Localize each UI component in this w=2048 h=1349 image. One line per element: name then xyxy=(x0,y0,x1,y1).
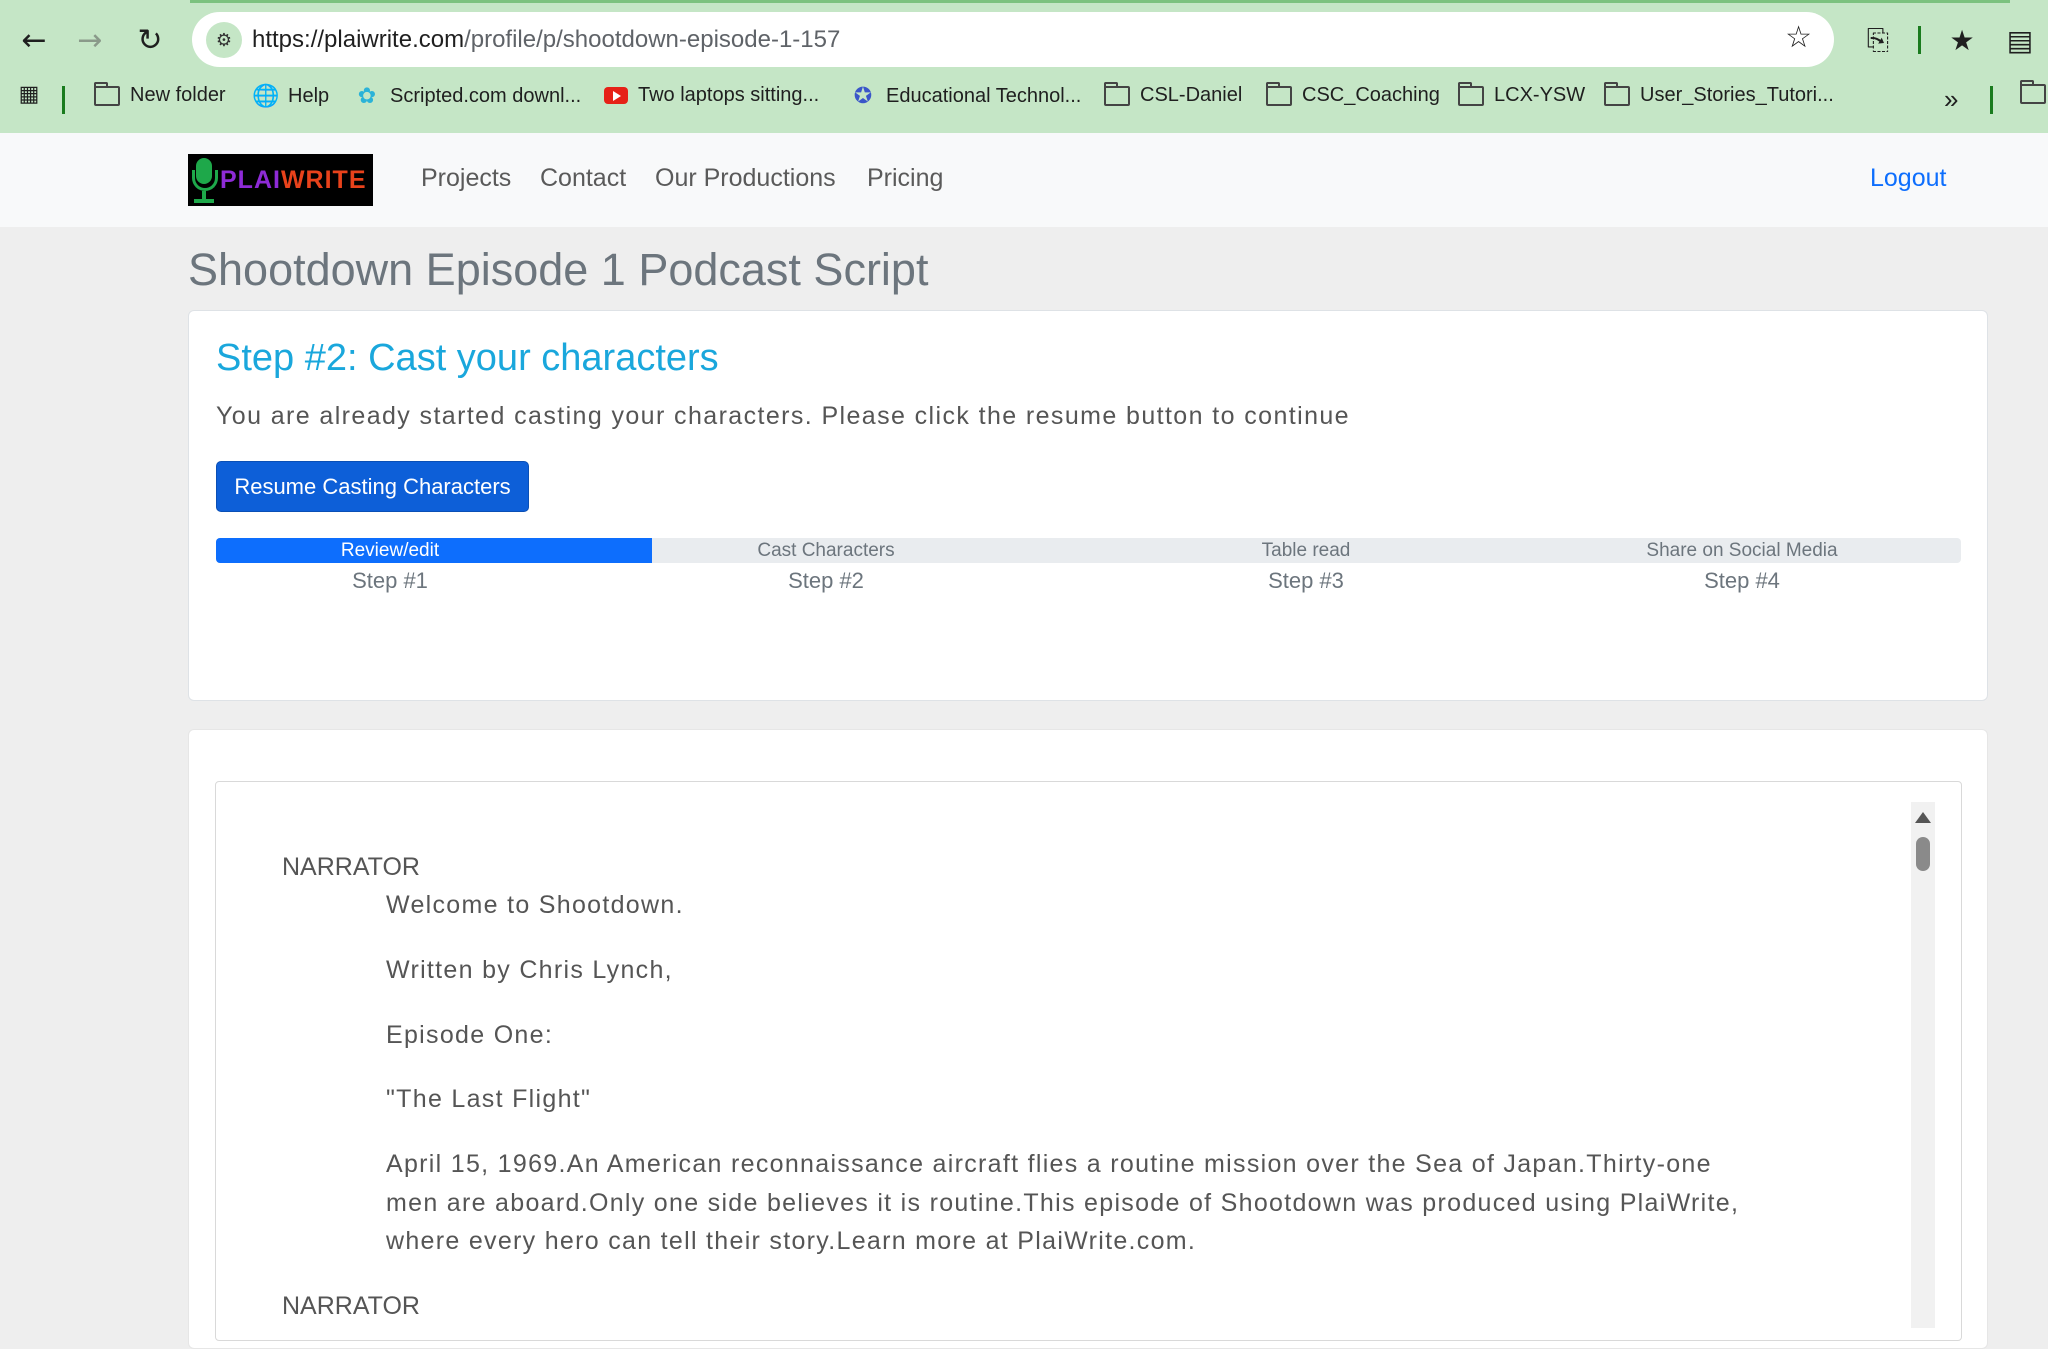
url-host: https://plaiwrite.com xyxy=(252,26,465,53)
nav-our-productions[interactable]: Our Productions xyxy=(655,164,836,193)
bookmark-new-folder[interactable]: New folder xyxy=(94,81,226,107)
step-heading: Step #2: Cast your characters xyxy=(216,337,719,379)
step-description: You are already started casting your cha… xyxy=(216,402,1350,430)
scripted-icon: ✿ xyxy=(357,84,377,109)
back-arrow-icon[interactable]: ← xyxy=(12,18,56,62)
bookmark-star-icon[interactable]: ☆ xyxy=(1785,20,1812,55)
apps-grid-icon[interactable]: ▦ xyxy=(16,82,42,107)
folder-icon xyxy=(1104,81,1130,106)
folder-icon xyxy=(2020,80,2046,104)
compass-icon: ✪ xyxy=(853,84,873,109)
folder-icon xyxy=(1458,81,1484,106)
microphone-icon xyxy=(188,154,220,206)
dialogue-paragraph: April 15, 1969.An American reconnaissanc… xyxy=(386,1150,1740,1255)
browser-toolbar: ← → ↻ ⚙ https://plaiwrite.com/profile/p/… xyxy=(0,0,2048,133)
plaiwrite-logo[interactable]: PLAIWRITE xyxy=(188,154,373,206)
bookmark-educational-technology[interactable]: ✪ Educational Technol... xyxy=(850,84,1082,109)
site-info-icon[interactable]: ⚙ xyxy=(206,22,242,58)
speaker-name: NARRATOR xyxy=(282,853,420,881)
globe-icon: 🌐 xyxy=(252,84,280,109)
scrollbar-thumb[interactable] xyxy=(1916,837,1930,871)
folder-icon xyxy=(1266,81,1292,106)
bookmark-csl-daniel[interactable]: CSL-Daniel xyxy=(1104,81,1243,107)
resume-casting-button[interactable]: Resume Casting Characters xyxy=(216,461,529,512)
bookmark-label: New folder xyxy=(130,84,226,106)
bookmark-csc-coaching[interactable]: CSC_Coaching xyxy=(1266,81,1440,107)
reading-list-icon[interactable]: ▤ xyxy=(1998,18,2042,62)
scroll-up-arrow-icon[interactable] xyxy=(1915,812,1931,823)
step-number-3: Step #3 xyxy=(1268,568,1344,593)
bookmark-label: CSL-Daniel xyxy=(1140,84,1243,106)
bookmark-lcx-ysw[interactable]: LCX-YSW xyxy=(1458,81,1586,107)
youtube-icon xyxy=(604,87,628,104)
toolbar-divider xyxy=(1918,26,1921,54)
bookmark-label: User_Stories_Tutori... xyxy=(1640,84,1834,106)
nav-projects[interactable]: Projects xyxy=(421,164,511,193)
step-number-2: Step #2 xyxy=(788,568,864,593)
more-bookmarks-chevron-icon[interactable]: » xyxy=(1944,84,1958,115)
bookmark-scripted[interactable]: ✿ Scripted.com downl... xyxy=(354,84,581,109)
url-text[interactable]: https://plaiwrite.com/profile/p/shootdow… xyxy=(252,26,840,54)
bookmark-label: LCX-YSW xyxy=(1494,84,1586,106)
bookmarks-divider xyxy=(62,86,65,114)
script-scrollbar[interactable] xyxy=(1911,802,1935,1328)
tab-strip-edge xyxy=(190,0,2010,3)
bookmark-label: CSC_Coaching xyxy=(1302,84,1440,106)
bookmark-two-laptops[interactable]: Two laptops sitting... xyxy=(604,84,819,107)
logo-text: PLAIWRITE xyxy=(220,165,367,194)
logout-link[interactable]: Logout xyxy=(1870,164,1946,193)
bookmark-label: Scripted.com downl... xyxy=(390,85,582,107)
other-bookmarks-folder[interactable] xyxy=(2020,80,2046,104)
address-bar[interactable]: ⚙ https://plaiwrite.com/profile/p/shootd… xyxy=(192,12,1834,67)
page-title: Shootdown Episode 1 Podcast Script xyxy=(188,244,929,295)
bookmarks-star-icon[interactable]: ★ xyxy=(1940,18,1984,62)
step-number-1: Step #1 xyxy=(352,568,428,593)
step-number-4: Step #4 xyxy=(1704,568,1780,593)
dialogue-line: Episode One: xyxy=(386,1021,554,1049)
dialogue-line: "The Last Flight" xyxy=(386,1085,592,1113)
bookmark-user-stories[interactable]: User_Stories_Tutori... xyxy=(1604,81,1834,107)
bookmark-help[interactable]: 🌐 Help xyxy=(252,84,329,109)
dialogue-line: Welcome to Shootdown. xyxy=(386,891,684,919)
folder-icon xyxy=(94,81,120,106)
bookmarks-bar: ▦ New folder 🌐 Help ✿ Scripted.com downl..… xyxy=(0,80,2048,124)
step-label-share-social: Share on Social Media xyxy=(1646,540,1838,561)
step-label-cast-characters: Cast Characters xyxy=(757,540,895,561)
forward-arrow-icon[interactable]: → xyxy=(68,18,112,62)
dialogue-line: Written by Chris Lynch, xyxy=(386,956,673,984)
speaker-name: NARRATOR xyxy=(282,1292,420,1320)
step-label-table-read: Table read xyxy=(1261,540,1351,561)
url-path: /profile/p/shootdown-episode-1-157 xyxy=(464,26,841,53)
step-label-review-edit: Review/edit xyxy=(340,540,440,561)
nav-contact[interactable]: Contact xyxy=(540,164,626,193)
bookmarks-divider xyxy=(1990,86,1993,114)
folder-icon xyxy=(1604,81,1630,106)
bookmark-label: Two laptops sitting... xyxy=(638,84,820,106)
reload-icon[interactable]: ↻ xyxy=(128,18,172,62)
nav-pricing[interactable]: Pricing xyxy=(867,164,943,193)
bookmark-label: Help xyxy=(288,85,330,107)
extensions-puzzle-icon[interactable]: ⎘ xyxy=(1856,18,1900,62)
bookmark-label: Educational Technol... xyxy=(886,85,1082,107)
